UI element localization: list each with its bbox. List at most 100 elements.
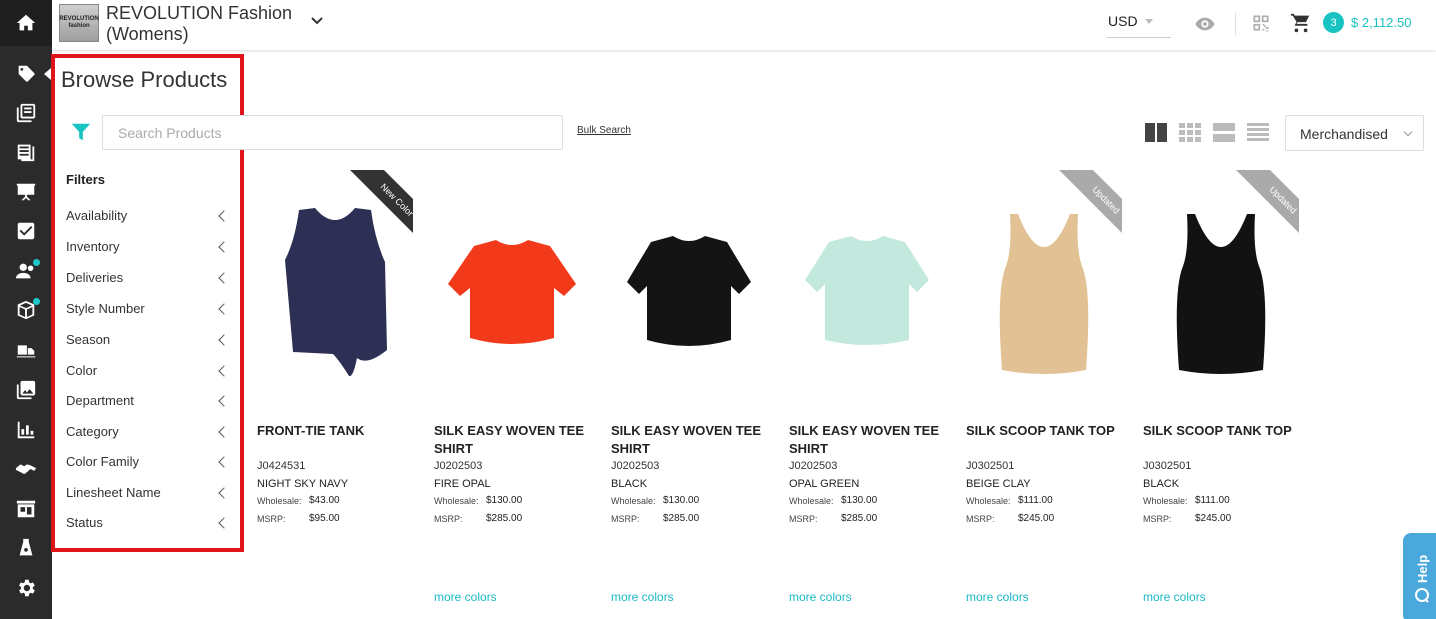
filter-color[interactable]: Color: [66, 363, 236, 383]
qr-code-icon[interactable]: [1251, 13, 1271, 33]
msrp-label: MSRP:: [1143, 514, 1172, 524]
showroom-icon[interactable]: [13, 496, 39, 522]
msrp-label: MSRP:: [257, 514, 286, 524]
more-colors-link[interactable]: more colors: [966, 590, 1029, 604]
wholesale-label: Wholesale:: [789, 496, 834, 506]
product-image[interactable]: [611, 170, 767, 390]
filter-category[interactable]: Category: [66, 424, 236, 444]
filter-style-number[interactable]: Style Number: [66, 301, 236, 321]
filter-color-family[interactable]: Color Family: [66, 454, 236, 474]
cart-total[interactable]: $ 2,112.50: [1351, 15, 1411, 30]
product-name[interactable]: SILK SCOOP TANK TOP: [1143, 422, 1303, 440]
currency-value: USD: [1108, 13, 1138, 29]
settings-icon[interactable]: [13, 575, 39, 601]
wholesale-price: $130.00: [486, 495, 523, 506]
product-name[interactable]: SILK SCOOP TANK TOP: [966, 422, 1126, 440]
product-image[interactable]: Updated: [966, 170, 1122, 390]
brand-icon[interactable]: [13, 535, 39, 561]
help-button[interactable]: Help: [1403, 533, 1436, 619]
cart-count-badge[interactable]: 3: [1323, 12, 1344, 33]
nav-rail: [0, 0, 52, 619]
filter-availability[interactable]: Availability: [66, 208, 236, 228]
product-card[interactable]: Updated SILK SCOOP TANK TOP J0302501 BEI…: [966, 170, 1131, 610]
filter-label: Category: [66, 424, 119, 439]
home-button[interactable]: [0, 0, 52, 46]
divider: [1235, 12, 1236, 36]
deliveries-icon[interactable]: [13, 337, 39, 363]
product-image[interactable]: Updated: [1143, 170, 1299, 390]
product-name[interactable]: SILK EASY WOVEN TEE SHIRT: [611, 422, 771, 458]
filter-label: Availability: [66, 208, 128, 223]
filter-department[interactable]: Department: [66, 393, 236, 413]
more-colors-link[interactable]: more colors: [789, 590, 852, 604]
tee-shirt-image: [805, 236, 929, 345]
bulk-search-link[interactable]: Bulk Search: [577, 125, 631, 136]
linesheet-icon[interactable]: [13, 139, 39, 165]
grid-small-view-icon[interactable]: [1179, 123, 1201, 142]
more-colors-link[interactable]: more colors: [434, 590, 497, 604]
wholesale-price: $130.00: [663, 495, 700, 506]
wholesale-label: Wholesale:: [434, 496, 479, 506]
wholesale-label: Wholesale:: [611, 496, 656, 506]
checklist-icon[interactable]: [13, 218, 39, 244]
catalog-icon[interactable]: [13, 100, 39, 126]
chevron-left-icon: [218, 426, 230, 438]
more-colors-link[interactable]: more colors: [1143, 590, 1206, 604]
color-name: OPAL GREEN: [789, 478, 860, 490]
filter-label: Color: [66, 363, 98, 378]
product-card[interactable]: SILK EASY WOVEN TEE SHIRT J0202503 OPAL …: [789, 170, 954, 610]
brand-name[interactable]: REVOLUTION Fashion (Womens): [106, 3, 306, 45]
msrp-price: $245.00: [1018, 513, 1055, 524]
reports-icon[interactable]: [13, 417, 39, 443]
partners-icon[interactable]: [13, 456, 39, 482]
eye-icon[interactable]: [1194, 13, 1216, 35]
product-name[interactable]: SILK EASY WOVEN TEE SHIRT: [789, 422, 949, 458]
chevron-down-icon[interactable]: [310, 14, 324, 28]
chevron-left-icon: [218, 241, 230, 253]
product-name[interactable]: FRONT-TIE TANK: [257, 422, 417, 440]
product-card[interactable]: New Color FRONT-TIE TANK J0424531 NIGHT …: [257, 170, 422, 610]
sort-value: Merchandised: [1300, 126, 1388, 142]
filter-icon[interactable]: [70, 121, 92, 143]
filter-deliveries[interactable]: Deliveries: [66, 270, 236, 290]
tag-icon[interactable]: [13, 61, 39, 87]
chevron-left-icon: [218, 210, 230, 222]
currency-select[interactable]: USD: [1107, 10, 1171, 38]
product-image[interactable]: [789, 170, 945, 390]
cart-icon[interactable]: [1289, 12, 1313, 34]
tee-shirt-image: [448, 240, 576, 344]
ribbon-label: New Color: [346, 170, 413, 251]
filters-heading: Filters: [66, 172, 106, 187]
style-number: J0424531: [257, 460, 306, 472]
chevron-left-icon: [218, 487, 230, 499]
list-view-icon[interactable]: [1247, 123, 1269, 142]
product-card[interactable]: SILK EASY WOVEN TEE SHIRT J0202503 FIRE …: [434, 170, 599, 610]
filter-linesheet-name[interactable]: Linesheet Name: [66, 485, 236, 505]
sort-select[interactable]: Merchandised: [1285, 115, 1424, 151]
active-indicator: [44, 68, 51, 80]
search-input[interactable]: [102, 115, 563, 150]
wholesale-price: $130.00: [841, 495, 878, 506]
chevron-left-icon: [218, 365, 230, 377]
filter-label: Linesheet Name: [66, 485, 161, 500]
rows-view-icon[interactable]: [1213, 123, 1235, 142]
product-image[interactable]: [434, 170, 590, 390]
brand-logo[interactable]: REVOLUTION fashion: [59, 4, 99, 42]
filter-label: Style Number: [66, 301, 145, 316]
chat-icon: [1415, 588, 1429, 603]
grid-large-view-icon[interactable]: [1145, 123, 1167, 142]
product-image[interactable]: New Color: [257, 170, 413, 390]
page-title: Browse Products: [61, 67, 228, 92]
presentation-icon[interactable]: [13, 179, 39, 205]
product-card[interactable]: Updated SILK SCOOP TANK TOP J0302501 BLA…: [1143, 170, 1308, 610]
filter-season[interactable]: Season: [66, 332, 236, 352]
filter-inventory[interactable]: Inventory: [66, 239, 236, 259]
product-card[interactable]: SILK EASY WOVEN TEE SHIRT J0202503 BLACK…: [611, 170, 776, 610]
product-name[interactable]: SILK EASY WOVEN TEE SHIRT: [434, 422, 594, 458]
caret-down-icon: [1145, 19, 1153, 24]
images-icon[interactable]: [13, 377, 39, 403]
chevron-down-icon: [1403, 127, 1413, 137]
more-colors-link[interactable]: more colors: [611, 590, 674, 604]
help-label: Help: [1415, 554, 1430, 583]
filter-status[interactable]: Status: [66, 515, 236, 535]
